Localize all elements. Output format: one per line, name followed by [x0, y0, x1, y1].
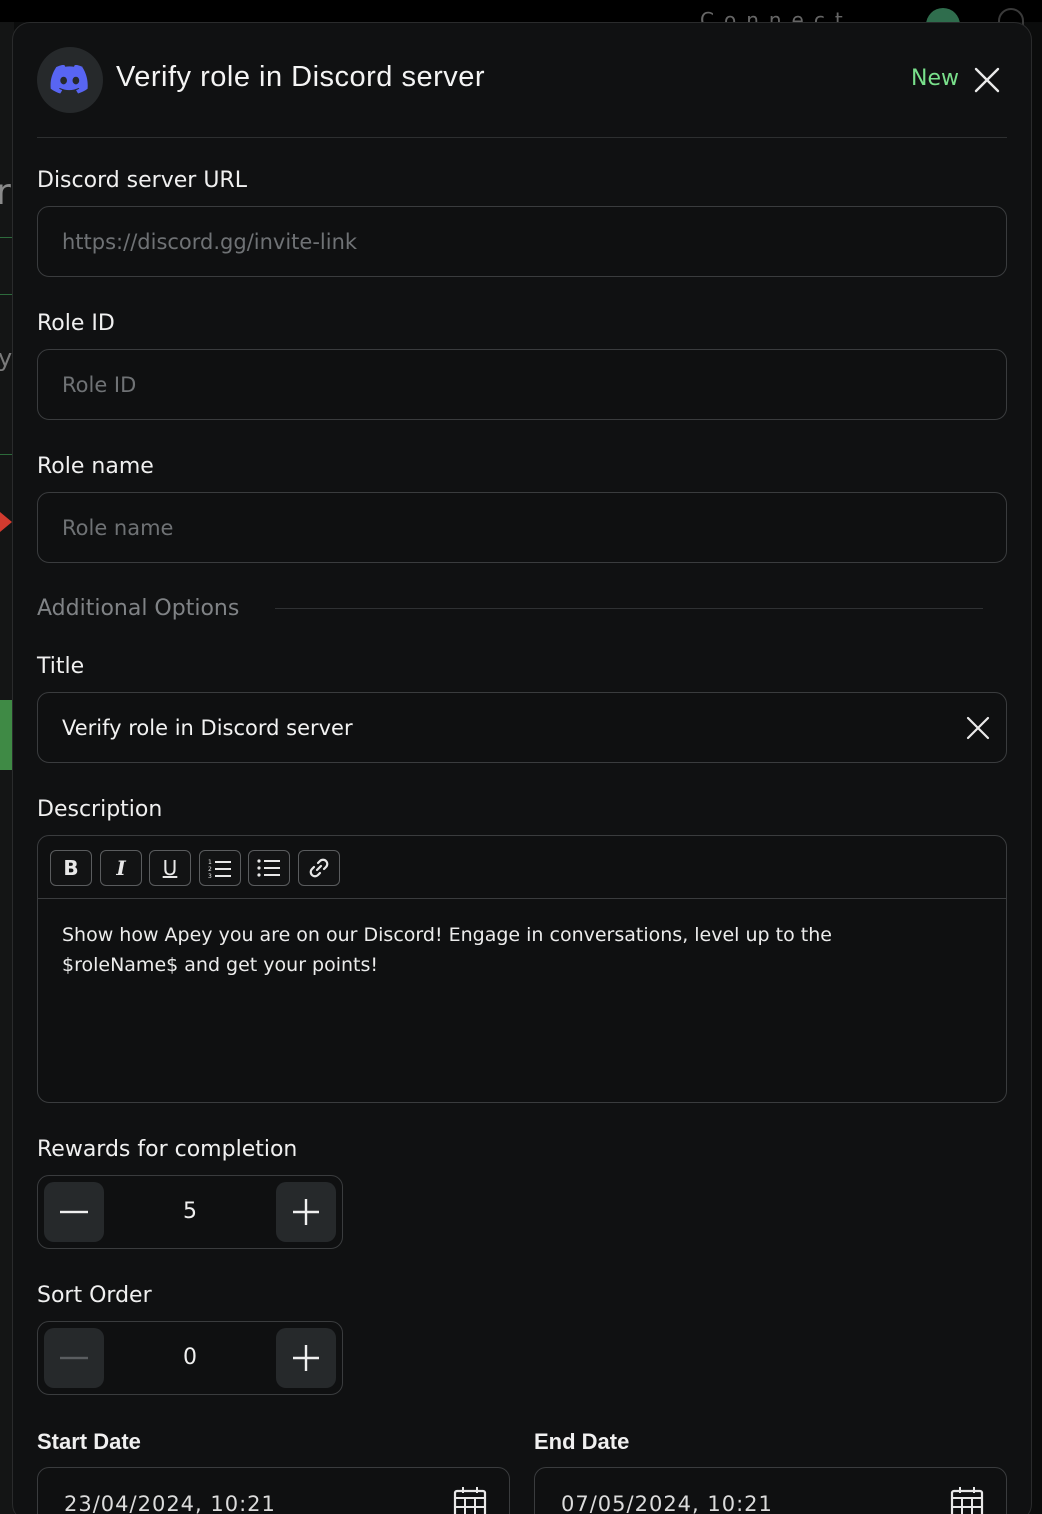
modal-header: Verify role in Discord server New [37, 47, 1007, 115]
background-accent-block [0, 700, 12, 770]
end-date-value: 07/05/2024, 10:21 [561, 1492, 773, 1514]
discord-icon [37, 47, 103, 113]
svg-text:2: 2 [208, 866, 212, 873]
description-line: $roleName$ and get your points! [62, 954, 379, 976]
svg-text:3: 3 [208, 873, 212, 879]
description-textarea[interactable]: Show how Apey you are on our Discord! En… [62, 920, 962, 980]
rewards-stepper: 5 [37, 1175, 343, 1249]
sort-order-label: Sort Order [37, 1283, 152, 1308]
sort-order-increment-button[interactable] [276, 1328, 336, 1388]
minus-icon [60, 1356, 88, 1360]
section-divider [275, 608, 983, 609]
rewards-label: Rewards for completion [37, 1137, 298, 1162]
status-badge: New [911, 66, 959, 91]
underline-button[interactable]: U [149, 850, 191, 886]
start-date-value: 23/04/2024, 10:21 [64, 1492, 276, 1514]
italic-button[interactable]: I [100, 850, 142, 886]
role-id-input[interactable] [62, 350, 942, 419]
minus-icon [60, 1210, 88, 1214]
sort-order-stepper: 0 [37, 1321, 343, 1395]
title-input[interactable] [62, 693, 942, 762]
background-glyph: r [0, 172, 11, 213]
header-divider [37, 137, 1007, 138]
bullet-list-icon [257, 859, 280, 877]
plus-icon [293, 1199, 319, 1225]
bullet-list-button[interactable] [248, 850, 290, 886]
plus-icon [293, 1345, 319, 1371]
title-field-wrapper [37, 692, 1007, 763]
description-line: Show how Apey you are on our Discord! En… [62, 924, 832, 946]
italic-icon: I [116, 856, 126, 880]
modal-title: Verify role in Discord server [116, 61, 486, 93]
close-icon[interactable] [973, 66, 1001, 94]
description-label: Description [37, 797, 163, 822]
ordered-list-button[interactable]: 1 2 3 [199, 850, 241, 886]
role-id-field-wrapper [37, 349, 1007, 420]
server-url-label: Discord server URL [37, 168, 247, 193]
end-date-picker[interactable]: 07/05/2024, 10:21 [534, 1467, 1007, 1514]
rewards-decrement-button[interactable] [44, 1182, 104, 1242]
rewards-increment-button[interactable] [276, 1182, 336, 1242]
calendar-icon[interactable] [453, 1486, 487, 1514]
play-icon [0, 512, 12, 532]
description-editor: B I U 1 2 3 Show how Apey you are on our… [37, 835, 1007, 1103]
sort-order-value[interactable]: 0 [108, 1322, 272, 1394]
server-url-input[interactable] [62, 207, 942, 276]
task-editor-modal: Verify role in Discord server New Discor… [12, 22, 1032, 1514]
start-date-picker[interactable]: 23/04/2024, 10:21 [37, 1467, 510, 1514]
calendar-icon[interactable] [950, 1486, 984, 1514]
link-button[interactable] [298, 850, 340, 886]
background-glyph: y [0, 344, 13, 372]
ordered-list-icon: 1 2 3 [208, 859, 231, 879]
server-url-field-wrapper [37, 206, 1007, 277]
end-date-label: End Date [534, 1429, 630, 1454]
role-name-label: Role name [37, 454, 154, 479]
role-id-label: Role ID [37, 311, 115, 336]
bold-button[interactable]: B [50, 850, 92, 886]
role-name-field-wrapper [37, 492, 1007, 563]
editor-toolbar: B I U 1 2 3 [38, 836, 1006, 899]
svg-text:1: 1 [208, 859, 212, 866]
underline-icon: U [162, 856, 178, 880]
clear-icon[interactable] [964, 714, 992, 742]
role-name-input[interactable] [62, 493, 942, 562]
rewards-value[interactable]: 5 [108, 1176, 272, 1248]
connect-wallet-text: Connect wallet [700, 8, 853, 22]
sort-order-decrement-button[interactable] [44, 1328, 104, 1388]
title-label: Title [37, 654, 85, 679]
link-icon [309, 858, 329, 878]
additional-options-heading: Additional Options [37, 596, 240, 621]
start-date-label: Start Date [37, 1429, 141, 1454]
background-topbar: Connect wallet [0, 0, 1042, 42]
bold-icon: B [63, 856, 79, 880]
